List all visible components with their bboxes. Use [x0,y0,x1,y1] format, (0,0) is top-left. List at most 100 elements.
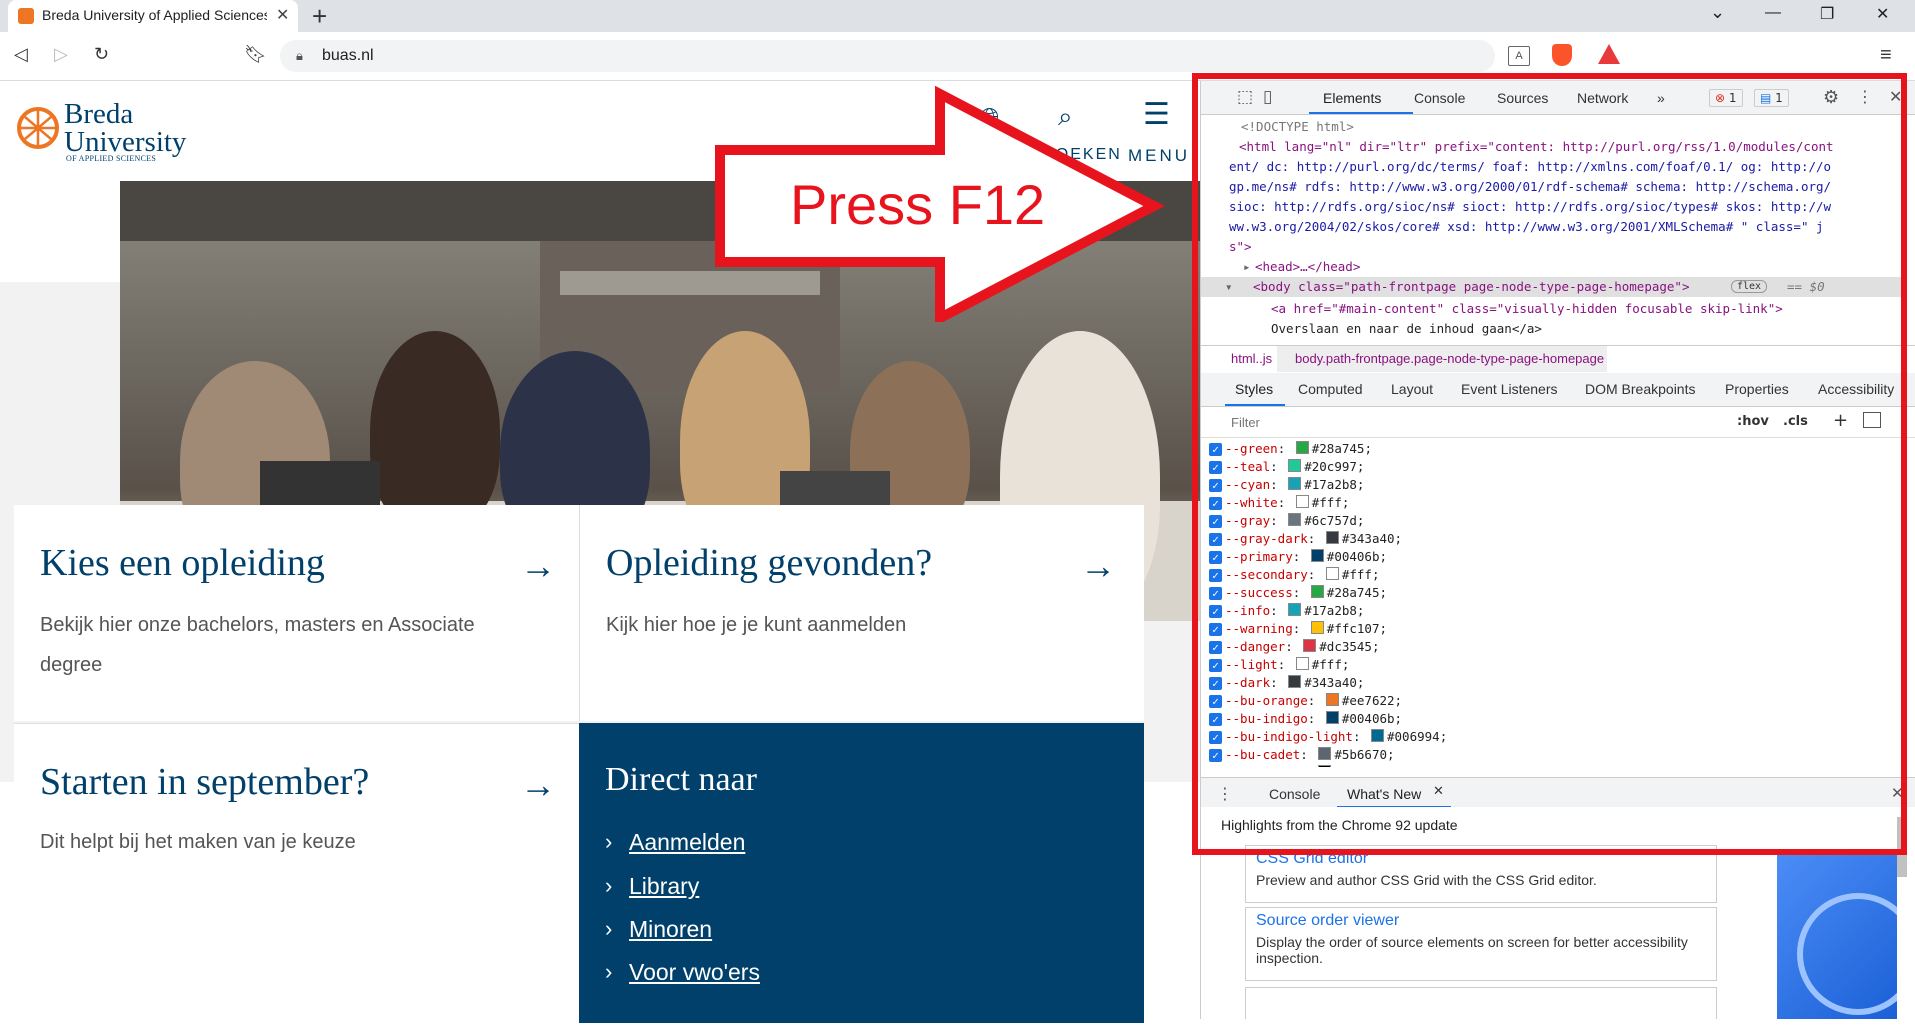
css-var-name[interactable]: --primary [1225,549,1293,564]
css-var-row[interactable]: ✓ --white: #fff; [1209,495,1349,513]
color-swatch-icon[interactable] [1295,441,1309,454]
color-swatch-icon[interactable] [1295,657,1309,670]
whats-new-card[interactable]: Source order viewer Display the order of… [1245,907,1717,981]
css-var-value[interactable]: #5b6670 [1334,747,1387,762]
dom-head[interactable]: <head>…</head> [1255,259,1360,274]
tab-elements[interactable]: Elements [1323,90,1381,106]
subtab-event-listeners[interactable]: Event Listeners [1461,381,1558,397]
color-swatch-icon[interactable] [1288,477,1302,490]
dom-doctype[interactable]: <!DOCTYPE html> [1241,119,1354,134]
css-var-name[interactable]: --info [1225,603,1270,618]
color-swatch-icon[interactable] [1288,675,1302,688]
css-var-name[interactable]: --bu-indigo-light [1225,729,1353,744]
css-var-row[interactable]: ✓ --bu-cadet: #5b6670; [1209,747,1395,765]
link-aanmelden[interactable]: Aanmelden [629,829,745,856]
css-var-name[interactable]: --warning [1225,621,1293,636]
maximize-button[interactable]: ❐ [1820,4,1834,24]
flex-badge[interactable]: flex [1731,280,1768,293]
message-count-badge[interactable]: ▤ 1 [1754,89,1789,107]
whats-new-card-title[interactable]: Source order viewer [1256,912,1399,930]
dom-skip-link[interactable]: <a href="#main-content" class="visually-… [1271,301,1783,316]
tab-close-icon[interactable]: ✕ [276,5,289,25]
checkbox-checked-icon[interactable]: ✓ [1209,695,1222,708]
close-window-button[interactable]: ✕ [1876,4,1889,24]
drawer-tab-whats-new[interactable]: What's New [1347,786,1421,802]
css-var-value[interactable]: #28a745 [1312,441,1365,456]
card-program-found[interactable]: Opleiding gevonden? Kijk hier hoe je je … [580,505,1144,721]
checkbox-checked-icon[interactable]: ✓ [1209,533,1222,546]
css-var-name[interactable]: --secondary [1225,567,1308,582]
error-count-badge[interactable]: ⊗ 1 [1709,89,1743,107]
close-whats-new-icon[interactable]: ✕ [1433,784,1444,799]
styles-filter-input[interactable] [1229,411,1713,433]
color-swatch-icon[interactable] [1288,459,1302,472]
css-var-value[interactable]: #6c757d [1304,513,1357,528]
css-var-value[interactable]: #343a40 [1304,675,1357,690]
dom-body[interactable]: <body class="path-frontpage page-node-ty… [1253,279,1690,294]
css-var-row[interactable]: ✓ --primary: #00406b; [1209,549,1387,567]
card-choose-program[interactable]: Kies een opleiding Bekijk hier onze bach… [14,505,580,721]
css-var-name[interactable]: --bu-indigo [1225,711,1308,726]
color-swatch-icon[interactable] [1288,603,1302,616]
checkbox-checked-icon[interactable]: ✓ [1209,461,1222,474]
checkbox-checked-icon[interactable]: ✓ [1209,587,1222,600]
css-var-name[interactable]: --bu-orange [1225,693,1308,708]
toggle-sidebar-icon[interactable] [1863,412,1881,428]
close-drawer-icon[interactable]: ✕ [1891,784,1904,802]
color-swatch-icon[interactable] [1295,495,1309,508]
new-tab-button[interactable]: + [312,2,327,30]
color-swatch-icon[interactable] [1310,621,1324,634]
checkbox-checked-icon[interactable]: ✓ [1209,497,1222,510]
subtab-properties[interactable]: Properties [1725,381,1789,397]
css-var-name[interactable]: --danger [1225,639,1285,654]
drawer-tab-console[interactable]: Console [1269,786,1320,802]
brave-shield-icon[interactable] [1552,44,1572,66]
css-var-row[interactable]: ✓ --bu-orange: #ee7622; [1209,693,1402,711]
subtab-dom-breakpoints[interactable]: DOM Breakpoints [1585,381,1695,397]
color-swatch-icon[interactable] [1303,639,1317,652]
link-voor-vwoers[interactable]: Voor vwo'ers [629,959,760,986]
css-var-value[interactable]: #006994 [1387,729,1440,744]
kebab-menu-icon[interactable]: ⋮ [1857,87,1873,106]
color-swatch-icon[interactable] [1318,765,1332,767]
css-var-row[interactable]: ✓ --bu-indigo: #00406b; [1209,711,1402,729]
drawer-menu-icon[interactable]: ⋮ [1217,784,1233,803]
subtab-accessibility[interactable]: Accessibility [1818,381,1894,397]
arrow-right-icon[interactable]: → [520,545,556,587]
color-swatch-icon[interactable] [1318,747,1332,760]
checkbox-checked-icon[interactable]: ✓ [1209,659,1222,672]
reload-icon[interactable]: ↻ [94,44,109,65]
css-var-row[interactable]: ✓ --success: #28a745; [1209,585,1387,603]
breadcrumb-html[interactable]: html..js [1231,351,1272,366]
lock-icon[interactable]: 🔒︎ [296,48,303,64]
css-var-row[interactable]: ✓ --green: #28a745; [1209,441,1372,459]
subtab-styles[interactable]: Styles [1235,381,1273,397]
css-var-row[interactable]: ✓ --danger: #dc3545; [1209,639,1380,657]
css-var-name[interactable]: --teal [1225,459,1270,474]
color-swatch-icon[interactable] [1310,585,1324,598]
subtab-computed[interactable]: Computed [1298,381,1363,397]
css-var-row[interactable]: ✓--bu-black: #000; [1225,765,1372,767]
whats-new-card[interactable]: CSS Grid editor Preview and author CSS G… [1245,845,1717,903]
color-swatch-icon[interactable] [1325,567,1339,580]
css-var-value[interactable]: #00406b [1327,549,1380,564]
new-style-rule-icon[interactable]: + [1833,410,1848,431]
css-var-value[interactable]: #000 [1334,765,1364,767]
css-var-name[interactable]: --success [1225,585,1293,600]
whats-new-card[interactable] [1245,987,1717,1019]
tab-search-icon[interactable]: ⌄ [1710,2,1725,23]
omnibox[interactable] [280,40,1495,72]
css-var-row[interactable]: ✓ --secondary: #fff; [1209,567,1380,585]
css-var-name[interactable]: --green [1225,441,1278,456]
brave-rewards-icon[interactable] [1598,44,1620,64]
tab-network[interactable]: Network [1577,90,1628,106]
browser-tab[interactable]: Breda University of Applied Sciences ✕ [8,0,298,32]
css-var-name[interactable]: --light [1225,657,1278,672]
arrow-right-icon[interactable]: → [1080,545,1116,587]
checkbox-checked-icon[interactable]: ✓ [1209,713,1222,726]
browser-menu-icon[interactable]: ≡ [1880,44,1892,67]
breadcrumb-body[interactable]: body.path-frontpage.page-node-type-page-… [1295,351,1604,366]
css-var-value[interactable]: #fff [1312,495,1342,510]
translate-icon[interactable]: A [1508,46,1530,66]
minimize-button[interactable]: — [1765,4,1781,22]
